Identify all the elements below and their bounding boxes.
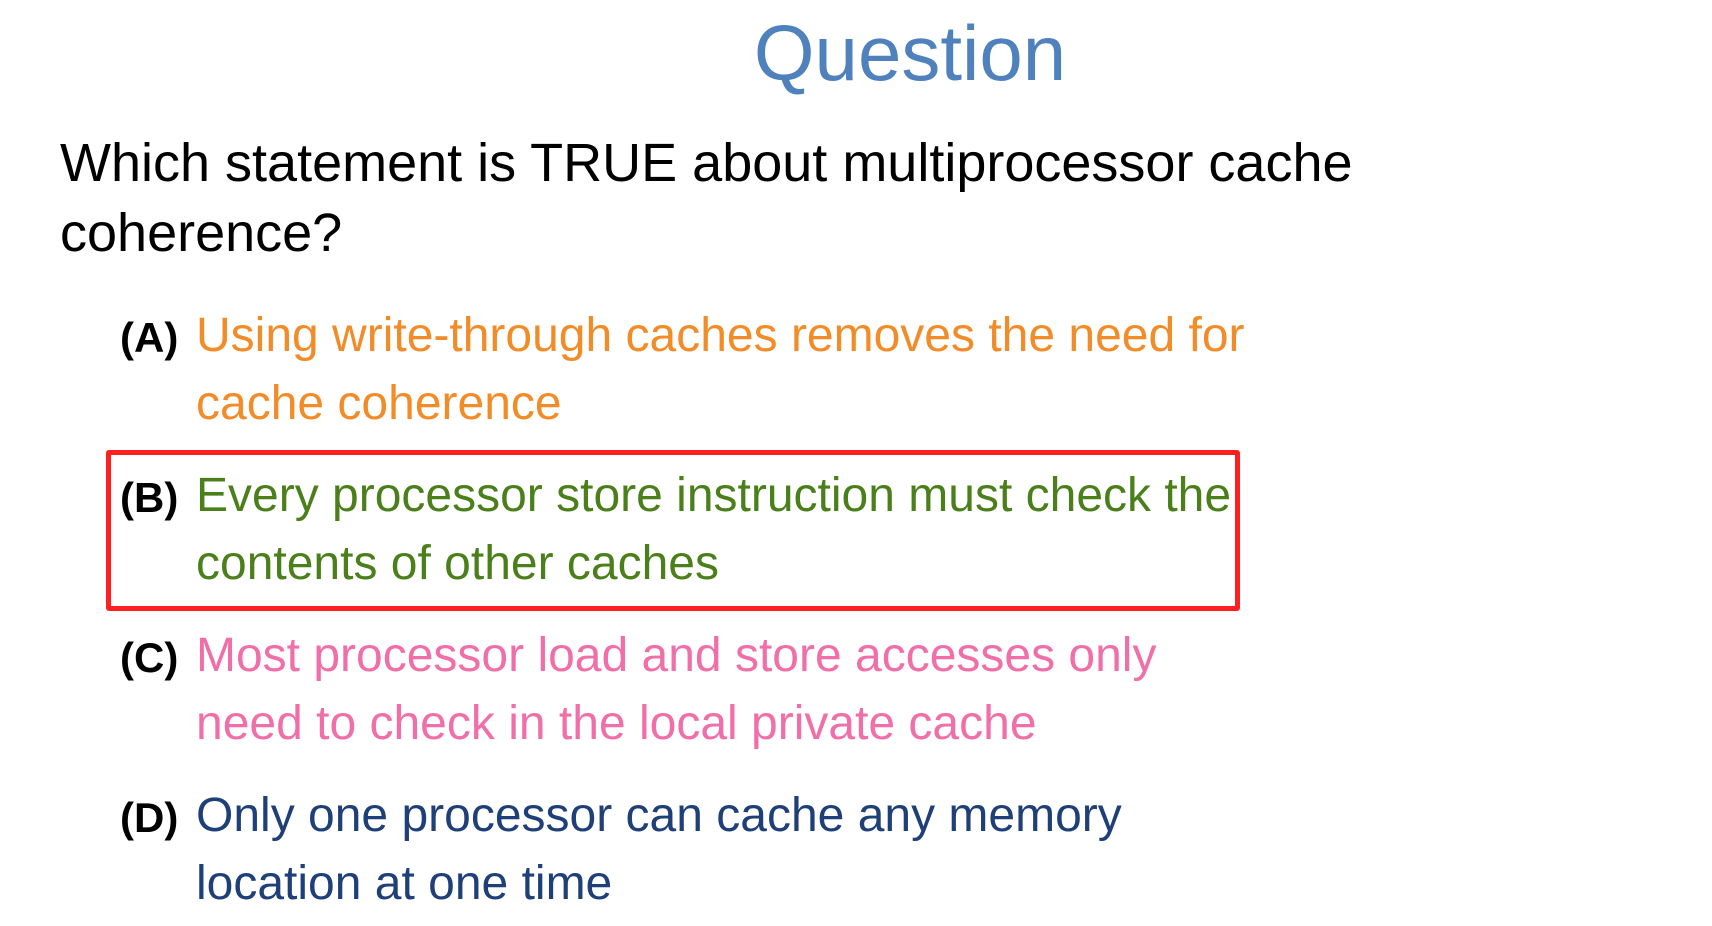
option-d-text: Only one processor can cache any memory … — [196, 789, 1122, 910]
option-a-text: Using write-through caches removes the n… — [196, 309, 1245, 430]
option-a[interactable]: (A) Using write-through caches removes t… — [120, 302, 1260, 438]
option-d-letter: (D) — [120, 794, 179, 841]
question-text: Which statement is TRUE about multiproce… — [60, 133, 1353, 263]
option-b-letter: (B) — [120, 474, 179, 521]
slide-title: Question — [753, 9, 1067, 97]
option-b[interactable]: (B) Every processor store instruction mu… — [120, 462, 1260, 598]
option-c[interactable]: (C) Most processor load and store access… — [120, 622, 1260, 758]
option-c-letter: (C) — [120, 634, 179, 681]
slide: Question Which statement is TRUE about m… — [0, 0, 1712, 926]
option-c-text: Most processor load and store accesses o… — [196, 629, 1157, 750]
option-d[interactable]: (D) Only one processor can cache any mem… — [120, 782, 1260, 918]
option-a-letter: (A) — [120, 314, 179, 361]
option-b-text: Every processor store instruction must c… — [196, 469, 1232, 590]
